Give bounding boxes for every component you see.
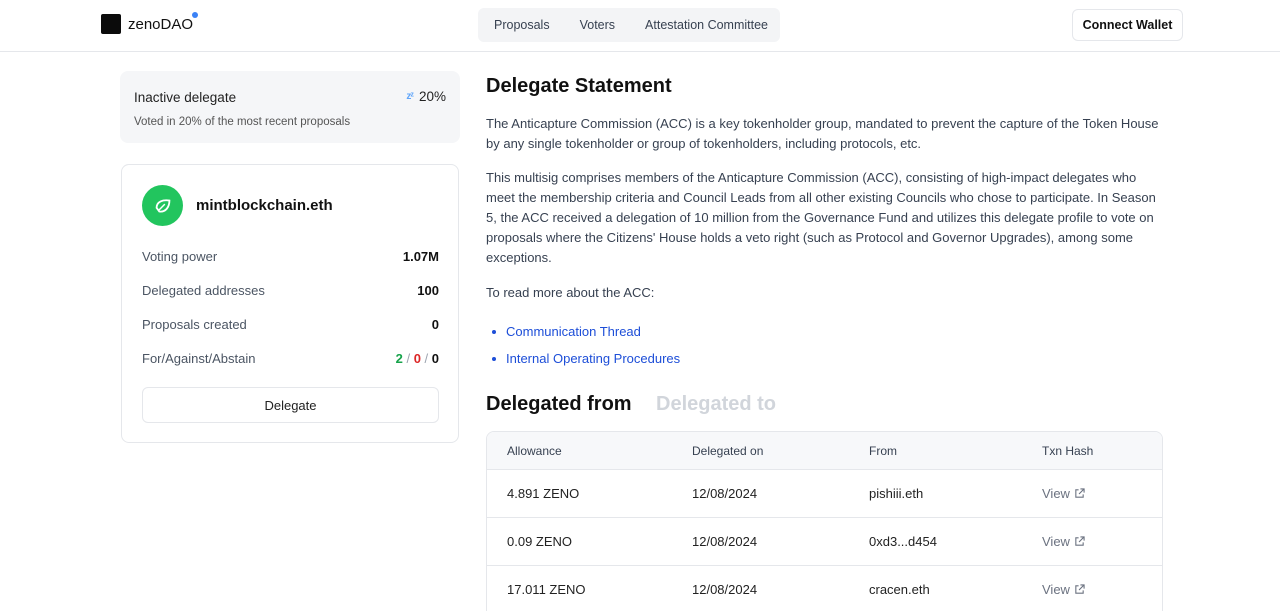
stat-value: 1.07M bbox=[402, 249, 439, 264]
brand-logo[interactable]: zenoDAO bbox=[101, 11, 199, 34]
cell-from[interactable]: cracen.eth bbox=[869, 582, 930, 597]
column-header-txn-hash: Txn Hash bbox=[1042, 444, 1094, 458]
stat-label: Proposals created bbox=[142, 317, 247, 332]
cell-from[interactable]: 0xd3...d454 bbox=[869, 534, 937, 549]
cell-allowance: 4.891 ZENO bbox=[507, 486, 580, 501]
top-header: zenoDAO Proposals Voters Attestation Com… bbox=[0, 0, 1280, 52]
votes-against: 0 bbox=[413, 351, 421, 366]
link-internal-operating-procedures[interactable]: Internal Operating Procedures bbox=[492, 345, 680, 372]
inactive-title: Inactive delegate bbox=[134, 90, 237, 105]
stat-for-against-abstain: For/Against/Abstain 2 / 0 / 0 bbox=[142, 351, 439, 366]
view-txn-link[interactable]: View bbox=[1042, 486, 1085, 501]
statement-title: Delegate Statement bbox=[486, 75, 672, 97]
stat-delegated-addresses: Delegated addresses 100 bbox=[142, 283, 439, 298]
external-link-icon bbox=[1075, 536, 1085, 546]
acc-links-list: Communication Thread Internal Operating … bbox=[492, 318, 680, 372]
external-link-icon bbox=[1075, 488, 1085, 498]
table-row: 17.011 ZENO 12/08/2024 cracen.eth View bbox=[487, 566, 1162, 611]
votes-abstain: 0 bbox=[431, 351, 439, 366]
inactive-subtitle: Voted in 20% of the most recent proposal… bbox=[134, 116, 351, 128]
stat-label: For/Against/Abstain bbox=[142, 351, 256, 366]
stat-value: 100 bbox=[417, 283, 439, 298]
delegate-name: mintblockchain.eth bbox=[196, 197, 333, 214]
connect-wallet-button[interactable]: Connect Wallet bbox=[1072, 9, 1183, 41]
sleep-icon: zᶻ bbox=[406, 91, 414, 102]
notification-dot-icon bbox=[192, 11, 199, 18]
column-header-from: From bbox=[869, 444, 897, 458]
vote-breakdown: 2 / 0 / 0 bbox=[395, 351, 439, 366]
cell-date: 12/08/2024 bbox=[692, 486, 758, 501]
column-header-allowance: Allowance bbox=[507, 444, 562, 458]
delegations-table: Allowance Delegated on From Txn Hash 4.8… bbox=[486, 431, 1163, 611]
brand-name: zenoDAO bbox=[128, 11, 199, 33]
stat-label: Delegated addresses bbox=[142, 283, 265, 298]
inactive-delegate-card: Inactive delegate zᶻ 20% Voted in 20% of… bbox=[120, 71, 460, 143]
column-header-delegated-on: Delegated on bbox=[692, 444, 764, 458]
view-txn-link[interactable]: View bbox=[1042, 534, 1085, 549]
nav-attestation-committee[interactable]: Attestation Committee bbox=[645, 18, 768, 32]
participation-percent: 20% bbox=[418, 89, 446, 104]
nav-proposals[interactable]: Proposals bbox=[494, 18, 550, 32]
cell-allowance: 0.09 ZENO bbox=[507, 534, 573, 549]
table-header: Allowance Delegated on From Txn Hash bbox=[487, 432, 1162, 470]
logo-mark-icon bbox=[101, 14, 121, 34]
tab-delegated-to[interactable]: Delegated to bbox=[656, 393, 776, 416]
stat-proposals-created: Proposals created 0 bbox=[142, 317, 439, 332]
cell-allowance: 17.011 ZENO bbox=[507, 582, 586, 597]
view-label: View bbox=[1042, 486, 1070, 501]
main-nav: Proposals Voters Attestation Committee bbox=[478, 8, 780, 42]
statement-paragraph-1: The Anticapture Commission (ACC) is a ke… bbox=[486, 116, 1159, 151]
votes-for: 2 bbox=[395, 351, 403, 366]
table-row: 4.891 ZENO 12/08/2024 pishiii.eth View bbox=[487, 470, 1162, 518]
cell-date: 12/08/2024 bbox=[692, 582, 758, 597]
link-communication-thread[interactable]: Communication Thread bbox=[492, 318, 680, 345]
table-row: 0.09 ZENO 12/08/2024 0xd3...d454 View bbox=[487, 518, 1162, 566]
participation-rate: zᶻ 20% bbox=[406, 89, 446, 104]
avatar bbox=[142, 185, 183, 226]
external-link-icon bbox=[1075, 584, 1085, 594]
cell-date: 12/08/2024 bbox=[692, 534, 758, 549]
delegate-button[interactable]: Delegate bbox=[142, 387, 439, 423]
view-label: View bbox=[1042, 582, 1070, 597]
mint-leaf-icon bbox=[155, 198, 170, 212]
statement-paragraph-3: To read more about the ACC: bbox=[486, 285, 655, 300]
statement-paragraph-2: This multisig comprises members of the A… bbox=[486, 170, 1156, 265]
view-label: View bbox=[1042, 534, 1070, 549]
cell-from[interactable]: pishiii.eth bbox=[869, 486, 923, 501]
tab-delegated-from[interactable]: Delegated from bbox=[486, 393, 632, 416]
delegate-profile-card: mintblockchain.eth Voting power 1.07M De… bbox=[121, 164, 459, 443]
stat-label: Voting power bbox=[142, 249, 218, 264]
stat-value: 0 bbox=[431, 317, 439, 332]
nav-voters[interactable]: Voters bbox=[580, 18, 615, 32]
stat-voting-power: Voting power 1.07M bbox=[142, 249, 439, 264]
view-txn-link[interactable]: View bbox=[1042, 582, 1085, 597]
